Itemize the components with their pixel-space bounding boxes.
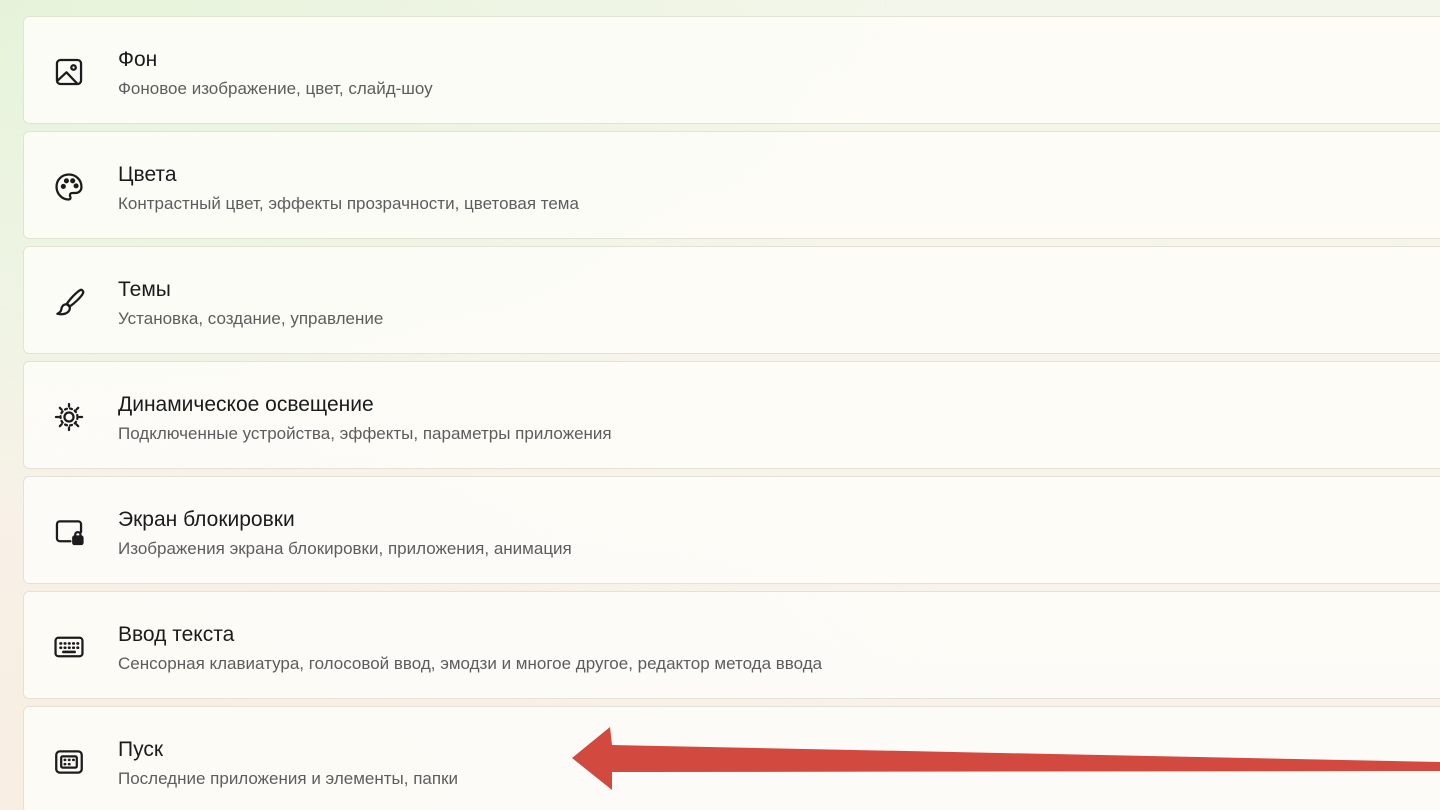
settings-list: Фон Фоновое изображение, цвет, слайд-шоу… xyxy=(23,16,1440,810)
settings-item-background[interactable]: Фон Фоновое изображение, цвет, слайд-шоу xyxy=(23,16,1440,124)
settings-item-subtitle: Фоновое изображение, цвет, слайд-шоу xyxy=(118,79,433,98)
settings-item-subtitle: Сенсорная клавиатура, голосовой ввод, эм… xyxy=(118,654,823,673)
settings-item-start[interactable]: Пуск Последние приложения и элементы, па… xyxy=(23,706,1440,810)
settings-item-title: Ввод текста xyxy=(118,623,235,646)
settings-item-text-input[interactable]: Ввод текста Сенсорная клавиатура, голосо… xyxy=(23,591,1440,699)
settings-item-title: Фон xyxy=(118,48,158,71)
settings-item-title: Экран блокировки xyxy=(118,508,295,531)
settings-item-title: Пуск xyxy=(118,738,164,761)
settings-item-subtitle: Изображения экрана блокировки, приложени… xyxy=(118,539,572,558)
settings-item-subtitle: Установка, создание, управление xyxy=(118,309,384,328)
settings-item-dynamic-lighting[interactable]: Динамическое освещение Подключенные устр… xyxy=(23,361,1440,469)
settings-item-lock-screen[interactable]: Экран блокировки Изображения экрана блок… xyxy=(23,476,1440,584)
start-menu-icon xyxy=(51,744,87,780)
settings-item-subtitle: Последние приложения и элементы, папки xyxy=(118,769,458,788)
image-icon xyxy=(51,54,87,90)
settings-item-title: Цвета xyxy=(118,163,177,186)
palette-icon xyxy=(51,169,87,205)
settings-item-title: Темы xyxy=(118,278,171,301)
settings-item-themes[interactable]: Темы Установка, создание, управление xyxy=(23,246,1440,354)
settings-item-subtitle: Контрастный цвет, эффекты прозрачности, … xyxy=(118,194,579,213)
lighting-icon xyxy=(51,399,87,435)
settings-item-title: Динамическое освещение xyxy=(118,393,374,416)
settings-item-colors[interactable]: Цвета Контрастный цвет, эффекты прозрачн… xyxy=(23,131,1440,239)
keyboard-icon xyxy=(51,629,87,665)
brush-icon xyxy=(51,284,87,320)
settings-item-subtitle: Подключенные устройства, эффекты, параме… xyxy=(118,424,612,443)
lock-screen-icon xyxy=(51,514,87,550)
